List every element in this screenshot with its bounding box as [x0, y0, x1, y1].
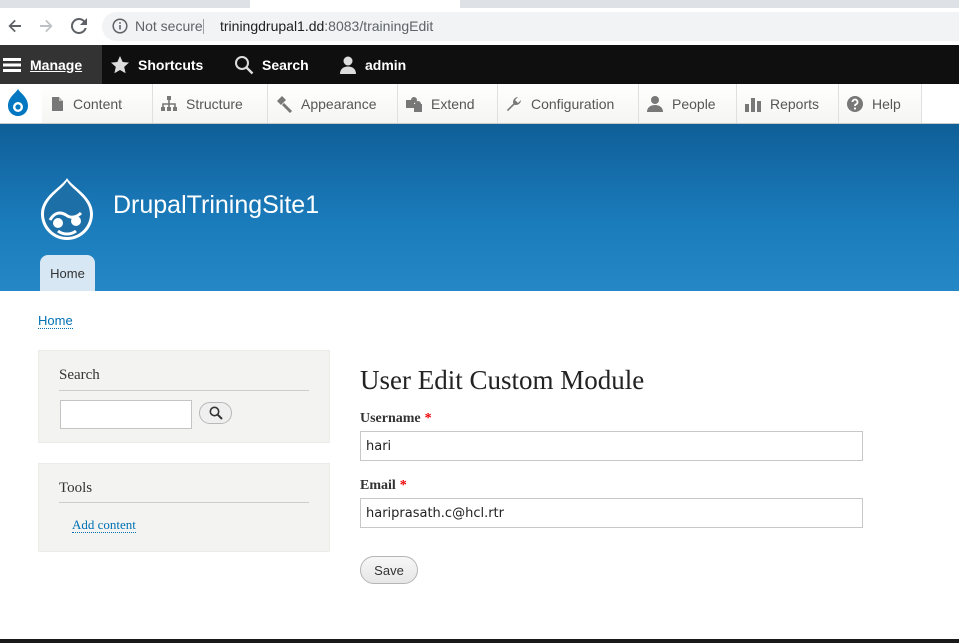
save-button[interactable]: Save — [360, 556, 418, 584]
browser-address-row: Not secure triningdrupal1.dd:8083/traini… — [0, 8, 959, 45]
drupal-home-icon[interactable] — [0, 84, 42, 123]
tray-item-reports[interactable]: Reports — [737, 84, 839, 123]
username-field[interactable]: hari — [360, 431, 863, 461]
required-marker: * — [399, 478, 407, 493]
tray-item-appearance[interactable]: Appearance — [268, 84, 398, 123]
user-button[interactable]: admin — [338, 45, 406, 84]
site-name[interactable]: DrupalTriningSite1 — [113, 191, 319, 220]
tray-label-help: Help — [872, 95, 901, 112]
forward-arrow-icon[interactable] — [35, 15, 57, 37]
search-block-title: Search — [59, 367, 100, 383]
structure-icon — [161, 95, 177, 111]
search-label: Search — [262, 56, 309, 73]
username-label: Username * — [360, 411, 432, 427]
admin-tray: Content Structure Appearance Extend Conf… — [0, 84, 959, 124]
add-content-link[interactable]: Add content — [72, 517, 136, 533]
tray-label-content: Content — [73, 95, 123, 112]
star-icon — [111, 55, 129, 73]
reload-icon[interactable] — [68, 15, 90, 37]
tools-block: Tools Add content — [38, 463, 330, 552]
search-button[interactable]: Search — [234, 45, 309, 84]
url-text[interactable]: triningdrupal1.dd:8083/trainingEdit — [220, 18, 433, 34]
appearance-icon — [277, 95, 293, 113]
user-label: admin — [365, 56, 407, 73]
drupal-logo-icon[interactable] — [38, 176, 96, 242]
address-bar[interactable]: Not secure triningdrupal1.dd:8083/traini… — [102, 12, 959, 41]
tray-item-content[interactable]: Content — [42, 84, 153, 123]
required-marker: * — [424, 411, 432, 426]
tray-item-extend[interactable]: Extend — [398, 84, 498, 123]
search-icon — [235, 55, 254, 74]
menu-icon — [3, 57, 21, 72]
manage-button[interactable]: Manage — [0, 45, 102, 84]
tray-label-reports: Reports — [770, 95, 820, 112]
page-title: User Edit Custom Module — [360, 365, 645, 395]
tray-label-structure: Structure — [186, 95, 243, 112]
main-nav-home-tab[interactable]: Home — [40, 255, 95, 291]
url-path: :8083/trainingEdit — [324, 18, 434, 34]
back-arrow-icon[interactable] — [4, 15, 26, 37]
search-block: Search — [38, 350, 330, 443]
security-label: Not secure — [135, 18, 203, 34]
user-icon — [340, 56, 356, 74]
username-label-text: Username — [360, 411, 421, 426]
email-label-text: Email — [360, 478, 396, 493]
reports-icon — [745, 97, 761, 112]
content-icon — [52, 96, 63, 111]
shortcuts-button[interactable]: Shortcuts — [110, 45, 203, 84]
tray-label-people: People — [672, 95, 716, 112]
shortcuts-label: Shortcuts — [138, 56, 204, 73]
tray-item-structure[interactable]: Structure — [153, 84, 268, 123]
info-icon[interactable] — [112, 18, 128, 34]
help-icon — [847, 95, 863, 112]
manage-label: Manage — [30, 56, 83, 73]
search-input[interactable] — [60, 400, 192, 429]
search-block-divider — [59, 390, 309, 391]
email-field[interactable]: hariprasath.c@hcl.rtr — [360, 498, 863, 528]
magnifier-icon — [209, 406, 223, 420]
tools-block-title: Tools — [59, 480, 93, 496]
tray-label-extend: Extend — [431, 95, 475, 112]
tools-block-divider — [59, 502, 309, 503]
tray-item-people[interactable]: People — [639, 84, 737, 123]
search-submit-button[interactable] — [199, 402, 232, 424]
breadcrumb-home-link[interactable]: Home — [38, 313, 73, 329]
page-bottom-edge — [0, 639, 959, 643]
tray-label-appearance: Appearance — [301, 95, 377, 112]
configuration-icon — [506, 96, 521, 111]
people-icon — [647, 95, 663, 112]
active-browser-tab[interactable] — [250, 0, 460, 8]
omnibox-separator — [203, 19, 204, 34]
extend-icon — [406, 96, 422, 112]
tray-item-help[interactable]: Help — [839, 84, 922, 123]
tray-label-configuration: Configuration — [531, 95, 615, 112]
site-header: DrupalTriningSite1 Home — [0, 124, 959, 291]
browser-tabstrip — [0, 0, 959, 8]
admin-toolbar: Manage Shortcuts Search admin — [0, 45, 959, 84]
url-host: triningdrupal1.dd — [220, 18, 325, 34]
tray-item-configuration[interactable]: Configuration — [498, 84, 639, 123]
email-label: Email * — [360, 478, 407, 494]
